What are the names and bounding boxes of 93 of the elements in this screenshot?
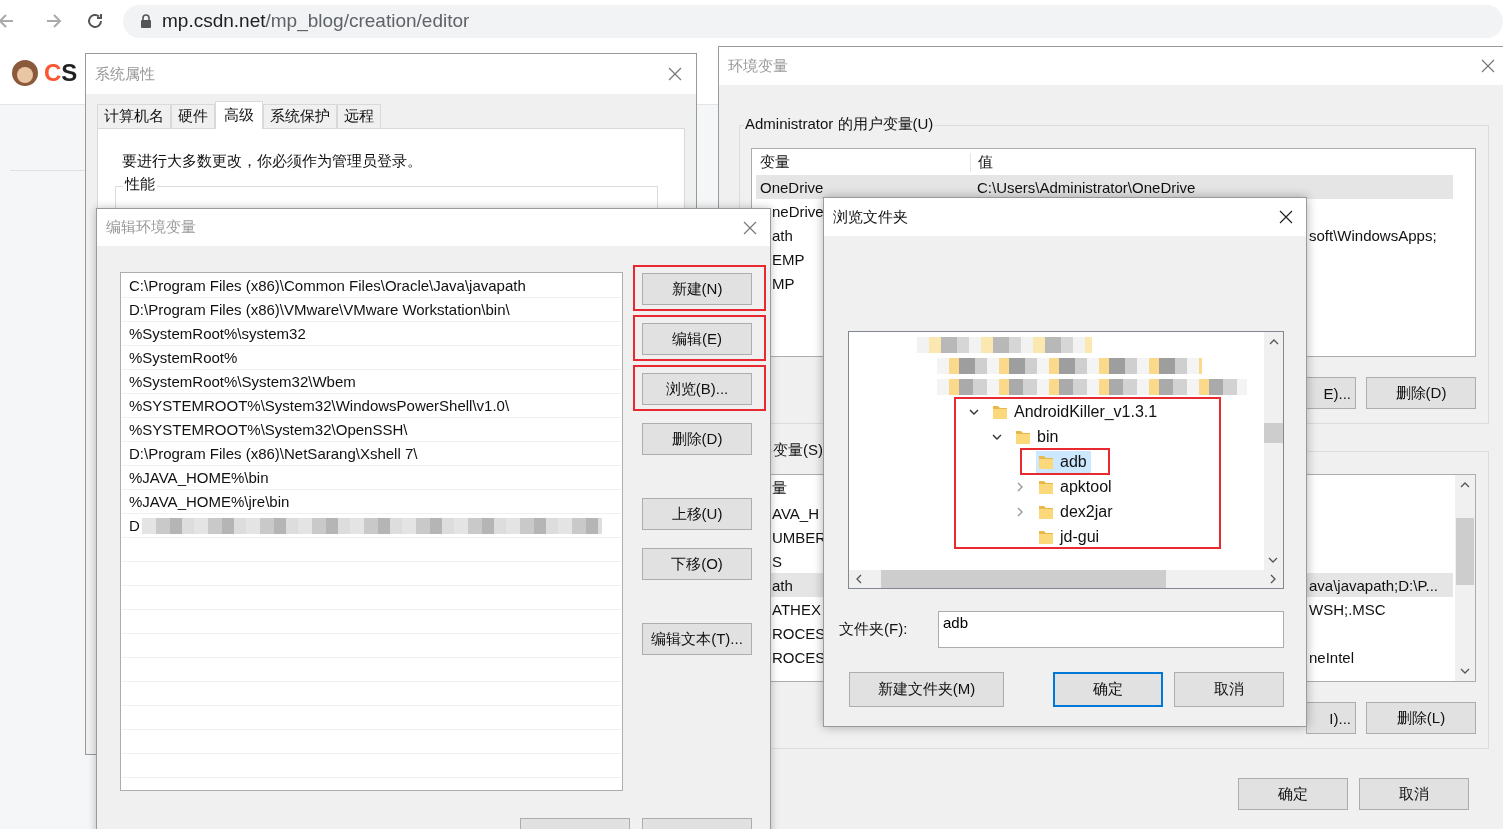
tab[interactable]: 远程	[337, 104, 381, 128]
list-item[interactable]: D	[122, 514, 621, 538]
dialog-button[interactable]: 删除(L)	[1366, 702, 1476, 734]
dialog-button[interactable]: 新建(N)	[642, 273, 752, 305]
url-host: mp.csdn.net	[162, 10, 266, 31]
folder-item[interactable]: adb	[1036, 450, 1091, 473]
scrollbar[interactable]	[1264, 332, 1283, 570]
list-item[interactable]: %SystemRoot%	[122, 346, 621, 370]
table-cell: ath	[772, 576, 793, 594]
logo-icon	[10, 58, 40, 88]
dialog-button[interactable]: 编辑(E)	[642, 323, 752, 355]
folder-icon	[992, 403, 1008, 420]
group-label: Administrator 的用户变量(U)	[744, 115, 935, 134]
table-cell: EMP	[772, 250, 805, 268]
close-icon[interactable]	[1279, 210, 1293, 224]
table-cell: ROCES	[772, 648, 826, 666]
window-title: 系统属性	[95, 64, 155, 84]
scroll-down-icon[interactable]	[1268, 555, 1278, 565]
table-cell: AVA_H	[772, 504, 819, 522]
field-label: 文件夹(F):	[839, 620, 909, 639]
notice-text: 要进行大多数更改，你必须作为管理员登录。	[122, 151, 423, 171]
table-cell: OneDrive	[760, 178, 824, 196]
scroll-up-icon[interactable]	[1460, 480, 1470, 490]
list-item[interactable]: %SystemRoot%\System32\Wbem	[122, 370, 621, 394]
column-header: 量	[772, 478, 787, 496]
folder-field[interactable]: adb	[938, 611, 1284, 648]
dialog-button[interactable]: 确定	[1238, 778, 1348, 810]
table-cell: WSH;.MSC	[1309, 600, 1386, 618]
table-cell: neIntel	[1309, 648, 1355, 666]
table-cell: C:\Users\Administrator\OneDrive	[977, 178, 1196, 196]
table-cell: ATHEX	[772, 600, 821, 618]
folder-item[interactable]: dex2jar	[1036, 500, 1117, 523]
folder-icon	[1015, 428, 1031, 445]
group-label: 性能	[123, 175, 157, 194]
reload-icon[interactable]	[85, 11, 105, 31]
dialog-button[interactable]: 新建文件夹(M)	[849, 672, 1004, 707]
folder-icon	[1038, 528, 1054, 545]
dialog-button[interactable]: 确定	[1053, 672, 1163, 707]
list-item[interactable]: %SYSTEMROOT%\System32\OpenSSH\	[122, 418, 621, 442]
folder-item[interactable]: bin	[1013, 425, 1063, 448]
dialog-button[interactable]: 删除(D)	[1366, 377, 1476, 409]
folder-item[interactable]: AndroidKiller_v1.3.1	[990, 400, 1162, 423]
tab[interactable]: 系统保护	[263, 104, 337, 128]
dialog-button[interactable]: I)...	[1306, 702, 1356, 734]
list-item[interactable]: C:\Program Files (x86)\Common Files\Oracle\Java\javapath	[122, 274, 621, 298]
list-item[interactable]: D:\Program Files (x86)\NetSarang\Xshell 7\	[122, 442, 621, 466]
tab[interactable]: 计算机名	[97, 104, 171, 128]
folder-item[interactable]: apktool	[1036, 475, 1116, 498]
list-item[interactable]: %SystemRoot%\system32	[122, 322, 621, 346]
list-item[interactable]: %JAVA_HOME%\jre\bin	[122, 490, 621, 514]
window-title: 环境变量	[728, 56, 788, 76]
url-path: /mp_blog/creation/editor	[265, 10, 470, 32]
table-cell: ava\javapath;D:\P...	[1309, 576, 1438, 594]
list-item[interactable]: %JAVA_HOME%\bin	[122, 466, 621, 490]
folder-icon	[1038, 503, 1054, 520]
dialog-button[interactable]: 浏览(B)...	[642, 373, 752, 405]
logo-text: CS	[44, 59, 78, 87]
table-cell: MP	[772, 274, 795, 292]
tab[interactable]: 高级	[215, 101, 263, 129]
table-cell: ROCES	[772, 624, 826, 642]
group-label: 变量(S)	[772, 441, 824, 460]
address-bar[interactable]: mp.csdn.net/mp_blog/creation/editor	[123, 4, 1503, 38]
folder-icon	[1038, 453, 1054, 470]
table-cell: ath	[772, 226, 793, 244]
dialog-button[interactable]: 取消	[1174, 672, 1284, 707]
scroll-left-icon[interactable]	[854, 574, 864, 584]
scroll-thumb[interactable]	[1456, 518, 1474, 585]
column-header: 变量	[760, 152, 790, 170]
dialog-button[interactable]: 下移(O)	[642, 548, 752, 580]
tab[interactable]: 硬件	[171, 104, 215, 128]
folder-icon	[1038, 478, 1054, 495]
dialog-button[interactable]: E)...	[1306, 377, 1356, 409]
scroll-thumb[interactable]	[1264, 423, 1283, 443]
folder-item[interactable]: jd-gui	[1036, 525, 1104, 548]
scroll-right-icon[interactable]	[1268, 574, 1278, 584]
table-cell: neDrive	[772, 202, 824, 220]
scroll-down-icon[interactable]	[1460, 666, 1470, 676]
column-header: 值	[978, 152, 993, 170]
scroll-thumb[interactable]	[881, 570, 1166, 588]
table-cell: soft\WindowsApps;	[1309, 226, 1437, 244]
table-cell: S	[772, 552, 782, 570]
scrollbar[interactable]	[1455, 475, 1475, 681]
dialog-button[interactable]: 上移(U)	[642, 498, 752, 530]
dialog-button[interactable]: 编辑文本(T)...	[642, 623, 752, 655]
dialog-button[interactable]: 删除(D)	[642, 423, 752, 455]
window-title: 浏览文件夹	[833, 207, 908, 227]
scroll-up-icon[interactable]	[1268, 337, 1279, 347]
dialog-button[interactable]: 取消	[1359, 778, 1469, 810]
list-item[interactable]: D:\Program Files (x86)\VMware\VMware Workstation\bin\	[122, 298, 621, 322]
lock-icon	[140, 14, 152, 28]
scrollbar[interactable]	[849, 570, 1283, 588]
window-title: 编辑环境变量	[106, 218, 196, 237]
list-item[interactable]: %SYSTEMROOT%\System32\WindowsPowerShell\v1.0\	[122, 394, 621, 418]
